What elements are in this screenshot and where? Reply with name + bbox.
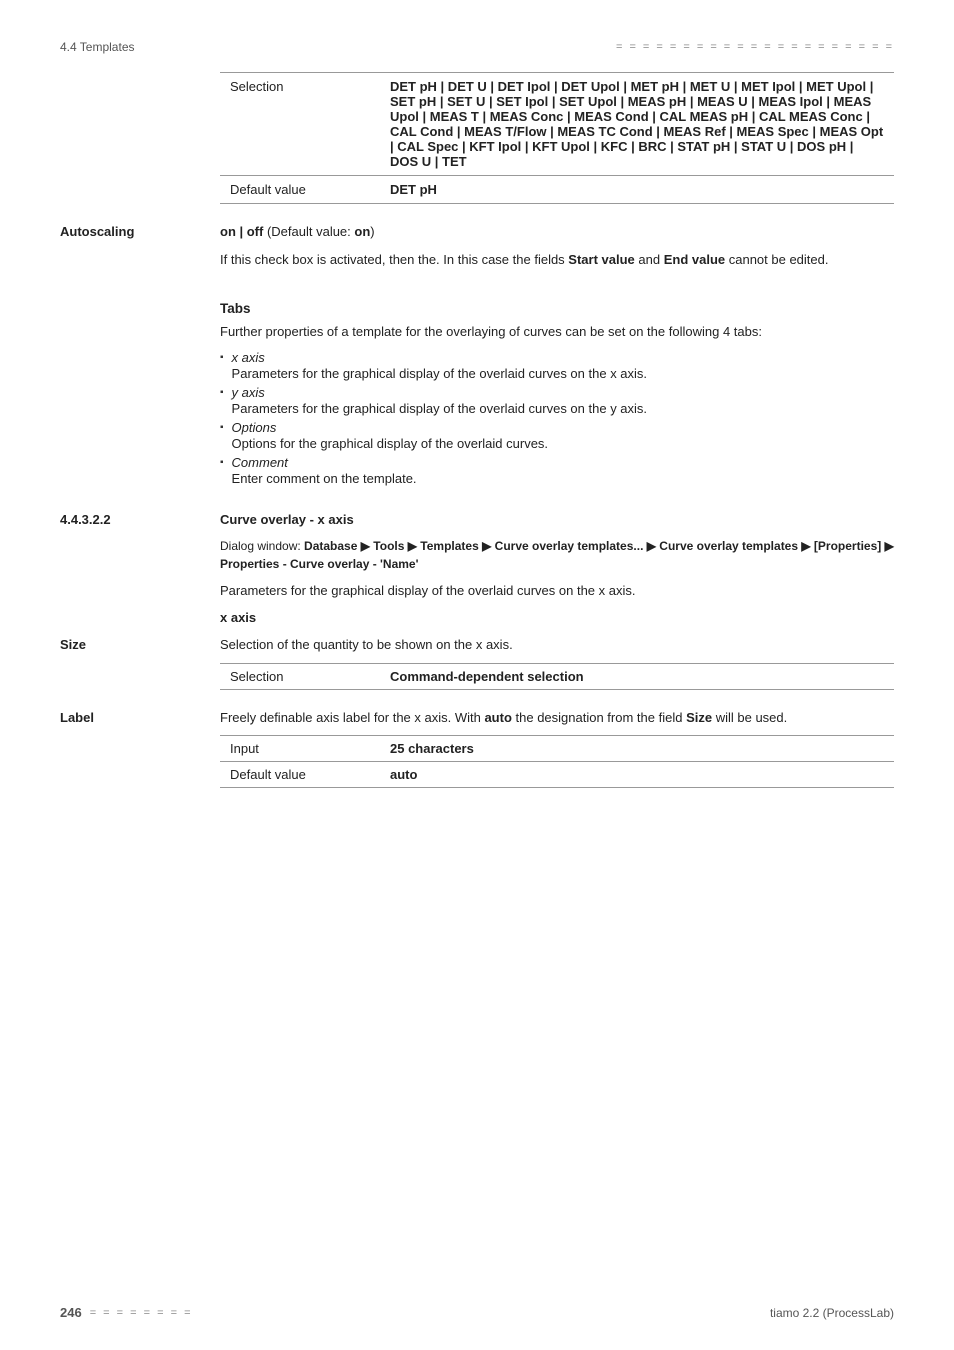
tabs-description: Further properties of a template for the…	[220, 322, 894, 342]
size-selection-label: Selection	[220, 663, 380, 689]
label-description: Freely definable axis label for the x ax…	[220, 708, 894, 728]
size-description: Selection of the quantity to be shown on…	[220, 635, 894, 655]
bullet-title-2: y axis	[232, 385, 894, 400]
label-section: Label Freely definable axis label for th…	[60, 708, 894, 789]
footer-dots: = = = = = = = =	[90, 1307, 193, 1319]
label-input-value: 25 characters	[380, 736, 894, 762]
bullet-title-4: Comment	[232, 455, 894, 470]
dialog-path-bold: Database ▶ Tools ▶ Templates ▶ Curve ove…	[220, 539, 894, 571]
label-table: Input 25 characters Default value auto	[220, 735, 894, 788]
x-axis-label: x axis	[220, 610, 894, 625]
tabs-list: ▪ x axis Parameters for the graphical di…	[220, 350, 894, 486]
footer-page: 246	[60, 1305, 82, 1320]
bullet-icon-1: ▪	[220, 352, 224, 363]
list-item: ▪ x axis Parameters for the graphical di…	[220, 350, 894, 381]
bullet-content-3: Options Options for the graphical displa…	[232, 420, 894, 451]
bullet-content-4: Comment Enter comment on the template.	[232, 455, 894, 486]
size-section: Size Selection of the quantity to be sho…	[60, 635, 894, 690]
bullet-content-1: x axis Parameters for the graphical disp…	[232, 350, 894, 381]
bullet-desc-3: Options for the graphical display of the…	[232, 436, 894, 451]
bullet-icon-2: ▪	[220, 387, 224, 398]
size-table: Selection Command-dependent selection	[220, 663, 894, 690]
list-item: ▪ Comment Enter comment on the template.	[220, 455, 894, 486]
dialog-description: Parameters for the graphical display of …	[220, 581, 894, 601]
bullet-desc-4: Enter comment on the template.	[232, 471, 894, 486]
autoscaling-default: on | off (Default value: on)	[220, 224, 375, 239]
autoscaling-content: on | off (Default value: on) If this che…	[220, 222, 894, 277]
label-heading: Label	[60, 708, 220, 789]
size-content: Selection of the quantity to be shown on…	[220, 635, 894, 690]
section-4432: 4.4.3.2.2 Curve overlay - x axis	[60, 512, 894, 527]
autoscaling-heading: Autoscaling	[60, 222, 220, 277]
tabs-heading: Tabs	[220, 301, 894, 316]
dialog-path: Dialog window: Database ▶ Tools ▶ Templa…	[220, 537, 894, 573]
table-row: Selection DET pH | DET U | DET Ipol | DE…	[220, 73, 894, 176]
label-default-value: auto	[380, 762, 894, 788]
default-value: DET pH	[380, 176, 894, 204]
table-row: Default value DET pH	[220, 176, 894, 204]
bullet-icon-4: ▪	[220, 457, 224, 468]
tabs-content: Tabs Further properties of a template fo…	[220, 287, 894, 494]
table-row: Selection Command-dependent selection	[220, 663, 894, 689]
default-value-label: Default value	[220, 176, 380, 204]
section-number: 4.4.3.2.2	[60, 512, 220, 527]
label-input-label: Input	[220, 736, 380, 762]
dialog-path-text: Dialog window:	[220, 539, 304, 553]
bullet-title-3: Options	[232, 420, 894, 435]
tabs-heading-spacer	[60, 287, 220, 494]
bullet-content-2: y axis Parameters for the graphical disp…	[232, 385, 894, 416]
label-default-label: Default value	[220, 762, 380, 788]
bullet-desc-2: Parameters for the graphical display of …	[232, 401, 894, 416]
table-row: Default value auto	[220, 762, 894, 788]
label-content: Freely definable axis label for the x ax…	[220, 708, 894, 789]
bullet-desc-1: Parameters for the graphical display of …	[232, 366, 894, 381]
bullet-title-1: x axis	[232, 350, 894, 365]
size-heading: Size	[60, 635, 220, 690]
size-selection-value: Command-dependent selection	[380, 663, 894, 689]
table-row: Input 25 characters	[220, 736, 894, 762]
footer-right: tiamo 2.2 (ProcessLab)	[770, 1306, 894, 1320]
list-item: ▪ Options Options for the graphical disp…	[220, 420, 894, 451]
header-dots: = = = = = = = = = = = = = = = = = = = = …	[616, 41, 894, 53]
selection-label: Selection	[220, 73, 380, 176]
section-title: Curve overlay - x axis	[220, 512, 894, 527]
selection-value: DET pH | DET U | DET Ipol | DET Upol | M…	[380, 73, 894, 176]
header-left: 4.4 Templates	[60, 40, 135, 54]
autoscaling-description: If this check box is activated, then the…	[220, 252, 828, 267]
list-item: ▪ y axis Parameters for the graphical di…	[220, 385, 894, 416]
footer: 246 = = = = = = = = tiamo 2.2 (ProcessLa…	[60, 1305, 894, 1320]
bullet-icon-3: ▪	[220, 422, 224, 433]
